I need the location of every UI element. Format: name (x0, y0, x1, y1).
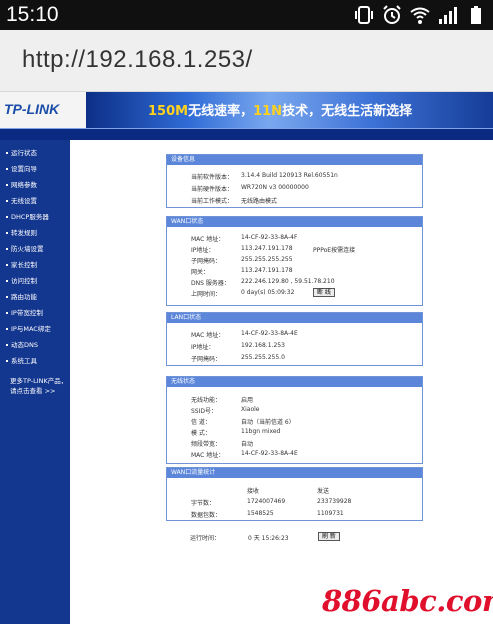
slogan-part-3: 11N (253, 104, 283, 119)
slogan-part-2: 无线速率， (188, 104, 254, 119)
field-label: MAC 地址： (191, 236, 225, 243)
wifi-icon (410, 7, 430, 24)
panel-title: 无线状态 (167, 377, 422, 387)
bytes-received: 1724007469 (247, 498, 286, 505)
menu-item-firewall[interactable]: 防火墙设置 (0, 241, 70, 257)
field-label: SSID号： (191, 408, 218, 415)
runtime-label: 运行时间： (190, 535, 221, 542)
panel-title: 设备信息 (167, 155, 422, 165)
wan-mac: 14-CF-92-33-8A-4F (241, 234, 298, 241)
battery-icon (471, 6, 481, 24)
wan-dns: 222.246.129.80 , 59.51.78.210 (241, 278, 335, 285)
panel-title: WAN口流量统计 (167, 468, 422, 478)
device-info-panel: 设备信息 当前软件版本： 3.14.4 Build 120913 Rel.605… (166, 154, 423, 208)
work-mode: 无线路由模式 (241, 198, 278, 205)
runtime-value: 0 天 15:26:23 (248, 535, 289, 542)
packets-received: 1548525 (247, 510, 274, 517)
wan-status-panel: WAN口状态 MAC 地址： 14-CF-92-33-8A-4F IP地址： 1… (166, 216, 423, 306)
logo-text: TP-LINK (4, 101, 60, 117)
banner-divider (0, 128, 493, 140)
bytes-sent: 233739928 (317, 498, 352, 505)
watermark: 886abc.com (322, 584, 493, 618)
field-label: MAC 地址： (191, 452, 225, 459)
wan-uptime: 0 day(s) 05:09:32 (241, 289, 295, 296)
field-label: 信 道： (191, 419, 211, 426)
signal-icon (439, 7, 457, 24)
status-bar: 15:10 (0, 0, 493, 30)
tplink-logo: TP-LINK (0, 92, 86, 128)
sent-header: 发送 (317, 488, 330, 495)
vibrate-icon (355, 6, 373, 24)
menu-item-wireless[interactable]: 无线设置 (0, 193, 70, 209)
menu-item-bandwidth[interactable]: IP带宽控制 (0, 305, 70, 321)
field-label: MAC 地址： (191, 332, 225, 339)
ssid: Xiaole (241, 406, 260, 413)
field-label: DNS 服务器： (191, 280, 230, 287)
field-label: 上网时间： (191, 291, 222, 298)
wireless-mode: 11bgn mixed (241, 428, 281, 435)
wireless-enabled: 启用 (241, 397, 254, 404)
slogan: 150M无线速率，11N技术，无线生活新选择 (148, 100, 412, 119)
field-label: 子网掩码： (191, 258, 222, 265)
clock: 15:10 (6, 3, 59, 26)
menu-item-status[interactable]: 运行状态 (0, 145, 70, 161)
slogan-part-1: 150M (148, 104, 189, 119)
field-label: 当前硬件版本： (191, 186, 234, 193)
wan-ip: 113.247.191.178 (241, 245, 293, 252)
more-products-link[interactable]: 更多TP-LINK产品， 请点击查看 >> (10, 376, 70, 396)
status-page: 设备信息 当前软件版本： 3.14.4 Build 120913 Rel.605… (70, 140, 493, 624)
menu-item-wizard[interactable]: 设置向导 (0, 161, 70, 177)
field-label: 模 式： (191, 430, 211, 437)
refresh-button[interactable]: 刷 新 (318, 532, 340, 541)
field-label: IP地址： (191, 247, 215, 254)
hardware-version: WR720N v3 00000000 (241, 184, 309, 191)
field-label: 当前工作模式： (191, 198, 234, 205)
alarm-icon (383, 5, 401, 24)
field-label: 网关： (191, 269, 210, 276)
received-header: 接收 (247, 488, 260, 495)
wan-gateway: 113.247.191.178 (241, 267, 293, 274)
field-label: 子网掩码： (191, 356, 222, 363)
firmware-version: 3.14.4 Build 120913 Rel.60551n (241, 172, 338, 179)
bandwidth: 自动 (241, 441, 254, 448)
wan-traffic-panel: WAN口流量统计 接收 发送 字节数： 1724007469 233739928… (166, 467, 423, 521)
menu-item-parental[interactable]: 家长控制 (0, 257, 70, 273)
lan-mac: 14-CF-92-33-8A-4E (241, 330, 298, 337)
wan-subnet-mask: 255.255.255.255 (241, 256, 293, 263)
slogan-part-4: 技术，无线生活新选择 (282, 104, 413, 119)
field-label: 数据包数： (191, 512, 222, 519)
field-label: 频段带宽： (191, 441, 222, 448)
disconnect-button[interactable]: 断 线 (313, 288, 335, 297)
sidebar-menu: 运行状态 设置向导 网络参数 无线设置 DHCP服务器 转发规则 防火墙设置 家… (0, 140, 70, 624)
menu-item-forwarding[interactable]: 转发规则 (0, 225, 70, 241)
wireless-mac: 14-CF-92-33-8A-4E (241, 450, 298, 457)
address-bar[interactable]: http://192.168.1.253/ (0, 30, 493, 92)
panel-title: LAN口状态 (167, 313, 422, 323)
connection-type: PPPoE按需连接 (313, 247, 356, 254)
field-label: IP地址： (191, 344, 215, 351)
menu-item-dhcp[interactable]: DHCP服务器 (0, 209, 70, 225)
channel: 自动（当前信道 6） (241, 419, 295, 426)
menu-item-access[interactable]: 访问控制 (0, 273, 70, 289)
field-label: 无线功能： (191, 397, 222, 404)
menu-item-ddns[interactable]: 动态DNS (0, 337, 70, 353)
menu-item-ipmac[interactable]: IP与MAC绑定 (0, 321, 70, 337)
menu-item-network[interactable]: 网络参数 (0, 177, 70, 193)
lan-subnet-mask: 255.255.255.0 (241, 354, 285, 361)
menu-item-system[interactable]: 系统工具 (0, 353, 70, 369)
lan-ip: 192.168.1.253 (241, 342, 285, 349)
panel-title: WAN口状态 (167, 217, 422, 227)
url-text[interactable]: http://192.168.1.253/ (22, 46, 253, 74)
field-label: 字节数： (191, 500, 216, 507)
lan-status-panel: LAN口状态 MAC 地址： 14-CF-92-33-8A-4E IP地址： 1… (166, 312, 423, 366)
menu-item-routing[interactable]: 路由功能 (0, 289, 70, 305)
packets-sent: 1109731 (317, 510, 344, 517)
wireless-status-panel: 无线状态 无线功能： 启用 SSID号： Xiaole 信 道： 自动（当前信道… (166, 376, 423, 464)
field-label: 当前软件版本： (191, 174, 234, 181)
router-banner: TP-LINK 150M无线速率，11N技术，无线生活新选择 (0, 92, 493, 128)
